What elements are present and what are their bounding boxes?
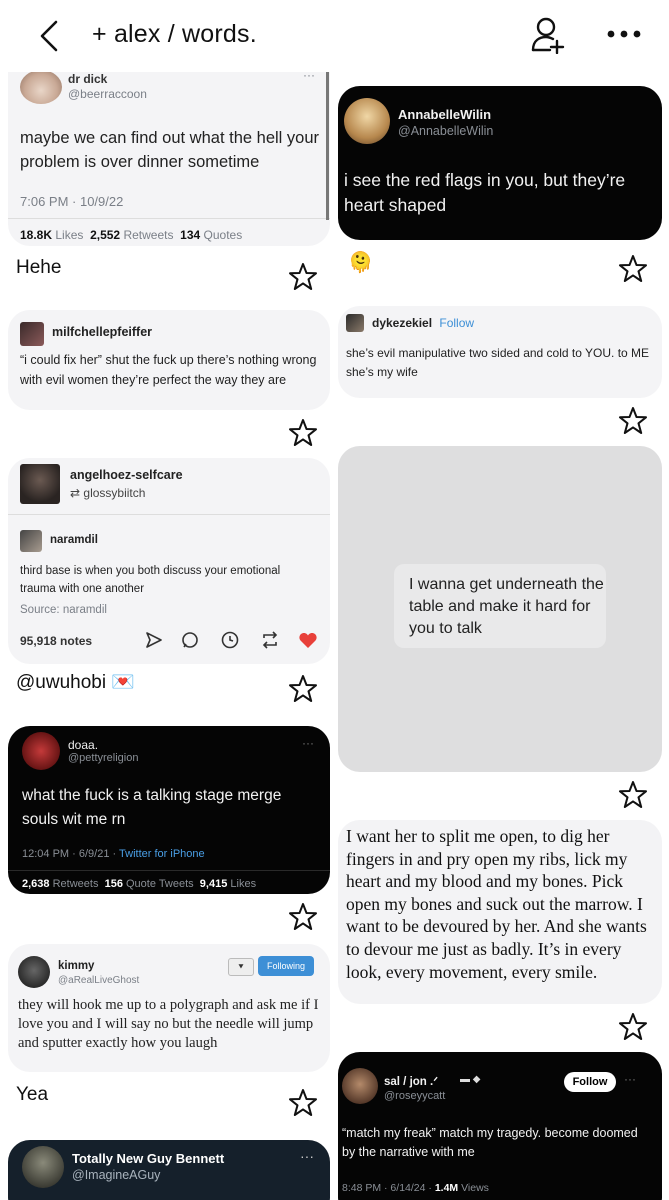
more-dots-icon: ··· <box>302 736 314 750</box>
reblog-line: ⇄ glossybiitch <box>70 486 146 500</box>
post-text: “i could fix her” shut the fuck up there… <box>20 353 317 387</box>
star-icon[interactable] <box>288 1088 318 1118</box>
star-icon[interactable] <box>618 1012 648 1042</box>
avatar <box>344 98 390 144</box>
author-handle: @aRealLiveGhost <box>58 975 140 986</box>
author-handle: @beerraccoon <box>68 87 147 101</box>
pin-devoured-text[interactable]: I want her to split me open, to dig her … <box>338 820 662 1004</box>
top-bar: + alex / words. <box>0 0 669 72</box>
pin-doaa-tweet[interactable]: doaa. @pettyreligion ··· what the fuck i… <box>8 726 330 894</box>
clock-icon[interactable] <box>220 630 240 650</box>
tweet-text: they will hook me up to a polygraph and … <box>18 997 319 1051</box>
tweet-time: 7:06 PM · 10/9/22 <box>20 194 124 209</box>
author-name: sal / jon .ᐟ <box>384 1076 439 1088</box>
source-name: naramdil <box>50 534 98 546</box>
divider <box>8 514 330 515</box>
avatar <box>20 530 42 552</box>
heart-icon[interactable] <box>298 630 318 650</box>
more-dots-icon: ··· <box>624 1072 636 1086</box>
post-text: she’s evil manipulative two sided and co… <box>346 346 650 379</box>
pin-milf-post[interactable]: milfchellepfeiffer “i could fix her” shu… <box>8 310 330 410</box>
chevron-left-icon[interactable] <box>36 18 64 54</box>
divider <box>8 218 330 219</box>
avatar <box>18 956 50 988</box>
tweet-stats: 2,638 Retweets 156 Quote Tweets 9,415 Li… <box>22 878 257 890</box>
pin-text-bubble[interactable]: I wanna get underneath the table and mak… <box>338 446 662 772</box>
post-source: Source: naramdil <box>20 604 107 616</box>
author-line: dykezekiel Follow <box>372 316 475 330</box>
reblog-icon: ⇄ <box>70 486 81 500</box>
author-name: milfchellepfeiffer <box>52 325 153 339</box>
badge-icons: ▬ ◆ <box>460 1074 481 1085</box>
scrollbar <box>326 60 329 220</box>
reblog-icon[interactable] <box>260 630 280 650</box>
avatar <box>20 464 60 504</box>
pin-caption: Yea <box>16 1084 49 1105</box>
avatar <box>22 732 60 770</box>
author-name: kimmy <box>58 960 95 972</box>
pin-tumblr-post[interactable]: angelhoez-selfcare ⇄ glossybiitch naramd… <box>8 458 330 664</box>
message-text: I wanna get underneath the table and mak… <box>409 576 604 637</box>
star-icon[interactable] <box>618 780 648 810</box>
author-name: AnnabelleWilin <box>398 107 492 122</box>
avatar <box>20 322 44 346</box>
pin-caption-emoji: 🫠 <box>348 252 373 274</box>
author-name: angelhoez-selfcare <box>70 468 183 482</box>
following-button[interactable]: Following <box>258 956 314 976</box>
follow-link[interactable]: Follow <box>439 316 474 330</box>
notes-count: 95,918 notes <box>20 634 93 648</box>
pin-caption: Hehe <box>16 257 62 278</box>
pin-bennett-tweet[interactable]: Totally New Guy Bennett @ImagineAGuy ··· <box>8 1140 330 1200</box>
star-icon[interactable] <box>288 418 318 448</box>
author-handle: @AnnabelleWilin <box>398 124 494 138</box>
author-name: dr dick <box>68 72 108 86</box>
add-user-icon[interactable] <box>530 16 566 54</box>
avatar <box>20 70 62 104</box>
star-icon[interactable] <box>618 406 648 436</box>
post-text: third base is when you both discuss your… <box>20 565 281 595</box>
star-icon[interactable] <box>288 262 318 292</box>
star-icon[interactable] <box>618 254 648 284</box>
pin-annabelle-tweet[interactable]: AnnabelleWilin @AnnabelleWilin i see the… <box>338 86 662 240</box>
tweet-time: 12:04 PM · 6/9/21 · Twitter for iPhone <box>22 848 205 860</box>
user-menu-button[interactable]: ⯆ <box>228 958 254 976</box>
pin-drdick-tweet[interactable]: dr dick @beerraccoon ··· maybe we can fi… <box>8 60 330 246</box>
avatar <box>346 314 364 332</box>
quote-text: I want her to split me open, to dig her … <box>346 826 647 982</box>
pin-dykezekiel-post[interactable]: dykezekiel Follow she’s evil manipulativ… <box>338 306 662 398</box>
reply-icon[interactable] <box>180 630 200 650</box>
share-icon[interactable] <box>144 630 164 650</box>
tweet-text: what the fuck is a talking stage merge s… <box>22 787 282 828</box>
author-name: Totally New Guy Bennett <box>72 1151 225 1166</box>
tweet-stats: 18.8K Likes 2,552 Retweets 134 Quotes <box>20 228 243 242</box>
tweet-text: i see the red flags in you, but they’re … <box>344 170 626 215</box>
divider <box>8 870 330 871</box>
more-dots-icon: ··· <box>300 1148 314 1164</box>
avatar <box>342 1068 378 1104</box>
author-name: doaa. <box>68 738 99 752</box>
author-handle: @ImagineAGuy <box>72 1168 161 1182</box>
author-handle: @pettyreligion <box>68 752 139 764</box>
more-dots-icon[interactable] <box>606 24 642 44</box>
board-title: + alex / words. <box>92 20 257 48</box>
star-icon[interactable] <box>288 674 318 704</box>
author-handle: @roseyycatt <box>384 1090 446 1102</box>
pin-kimmy-tweet[interactable]: kimmy @aRealLiveGhost ⯆ Following they w… <box>8 944 330 1072</box>
avatar <box>22 1146 64 1188</box>
follow-button[interactable]: Follow <box>564 1072 616 1092</box>
tweet-text: maybe we can find out what the hell your… <box>20 129 320 171</box>
star-icon[interactable] <box>288 902 318 932</box>
pin-caption: @uwuhobi 💌 <box>16 672 136 693</box>
pin-sal-tweet[interactable]: sal / jon .ᐟ ▬ ◆ @roseyycatt Follow ··· … <box>338 1052 662 1200</box>
tweet-text: “match my freak” match my tragedy. becom… <box>342 1126 638 1159</box>
tweet-meta: 8:48 PM · 6/14/24 · 1.4M Views <box>342 1182 489 1194</box>
